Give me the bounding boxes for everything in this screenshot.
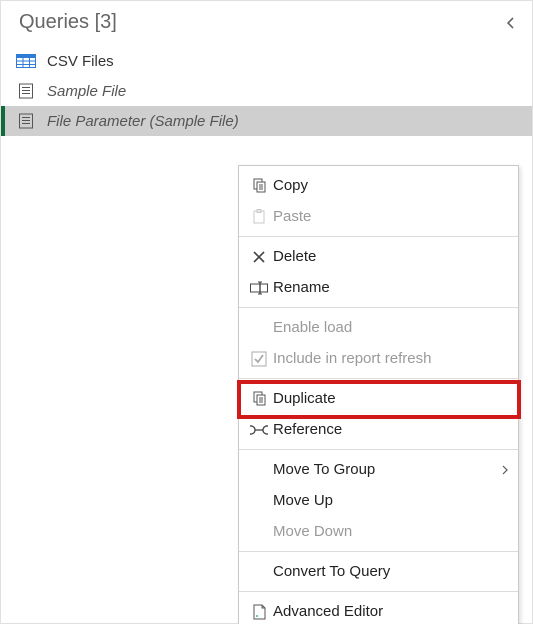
menu-paste: Paste xyxy=(239,201,518,232)
menu-convert-to-query[interactable]: Convert To Query xyxy=(239,556,518,587)
query-item-file-parameter[interactable]: File Parameter (Sample File) xyxy=(1,106,532,136)
menu-delete[interactable]: Delete xyxy=(239,241,518,272)
menu-move-down: Move Down xyxy=(239,516,518,547)
query-item-csv-files[interactable]: CSV Files xyxy=(1,46,532,76)
menu-separator xyxy=(239,307,518,308)
copy-icon xyxy=(245,178,273,194)
menu-label: Duplicate xyxy=(273,390,508,407)
menu-separator xyxy=(239,449,518,450)
editor-icon xyxy=(245,604,273,620)
menu-separator xyxy=(239,591,518,592)
menu-label: Advanced Editor xyxy=(273,603,508,620)
query-list: CSV Files Sample File xyxy=(1,46,532,136)
menu-include-refresh: Include in report refresh xyxy=(239,343,518,374)
menu-rename[interactable]: Rename xyxy=(239,272,518,303)
menu-move-to-group[interactable]: Move To Group xyxy=(239,454,518,485)
check-icon xyxy=(245,351,273,367)
document-icon xyxy=(15,112,37,130)
collapse-panel-icon[interactable] xyxy=(504,16,518,30)
menu-duplicate[interactable]: Duplicate xyxy=(239,383,518,414)
paste-icon xyxy=(245,209,273,225)
menu-move-up[interactable]: Move Up xyxy=(239,485,518,516)
table-icon xyxy=(15,52,37,70)
query-item-label: CSV Files xyxy=(47,53,114,70)
menu-label: Delete xyxy=(273,248,508,265)
panel-title: Queries [3] xyxy=(19,11,117,34)
submenu-arrow-icon xyxy=(498,465,508,475)
panel-header: Queries [3] xyxy=(1,1,532,40)
menu-reference[interactable]: Reference xyxy=(239,414,518,445)
menu-enable-load: Enable load xyxy=(239,312,518,343)
menu-label: Reference xyxy=(273,421,508,438)
menu-separator xyxy=(239,551,518,552)
menu-label: Convert To Query xyxy=(273,563,508,580)
queries-panel: Queries [3] CSV Files xyxy=(0,0,533,624)
rename-icon xyxy=(245,281,273,295)
menu-separator xyxy=(239,236,518,237)
menu-separator xyxy=(239,378,518,379)
context-menu: Copy Paste Delete xyxy=(238,165,519,624)
link-icon xyxy=(245,424,273,436)
menu-label: Include in report refresh xyxy=(273,350,508,367)
menu-label: Move Down xyxy=(273,523,508,540)
query-item-label: File Parameter (Sample File) xyxy=(47,113,239,130)
query-item-label: Sample File xyxy=(47,83,126,100)
menu-label: Move Up xyxy=(273,492,508,509)
delete-icon xyxy=(245,250,273,264)
menu-label: Enable load xyxy=(273,319,508,336)
query-item-sample-file[interactable]: Sample File xyxy=(1,76,532,106)
menu-label: Move To Group xyxy=(273,461,498,478)
menu-label: Copy xyxy=(273,177,508,194)
document-icon xyxy=(15,82,37,100)
duplicate-icon xyxy=(245,391,273,407)
menu-label: Paste xyxy=(273,208,508,225)
menu-advanced-editor[interactable]: Advanced Editor xyxy=(239,596,518,624)
menu-copy[interactable]: Copy xyxy=(239,170,518,201)
menu-label: Rename xyxy=(273,279,508,296)
